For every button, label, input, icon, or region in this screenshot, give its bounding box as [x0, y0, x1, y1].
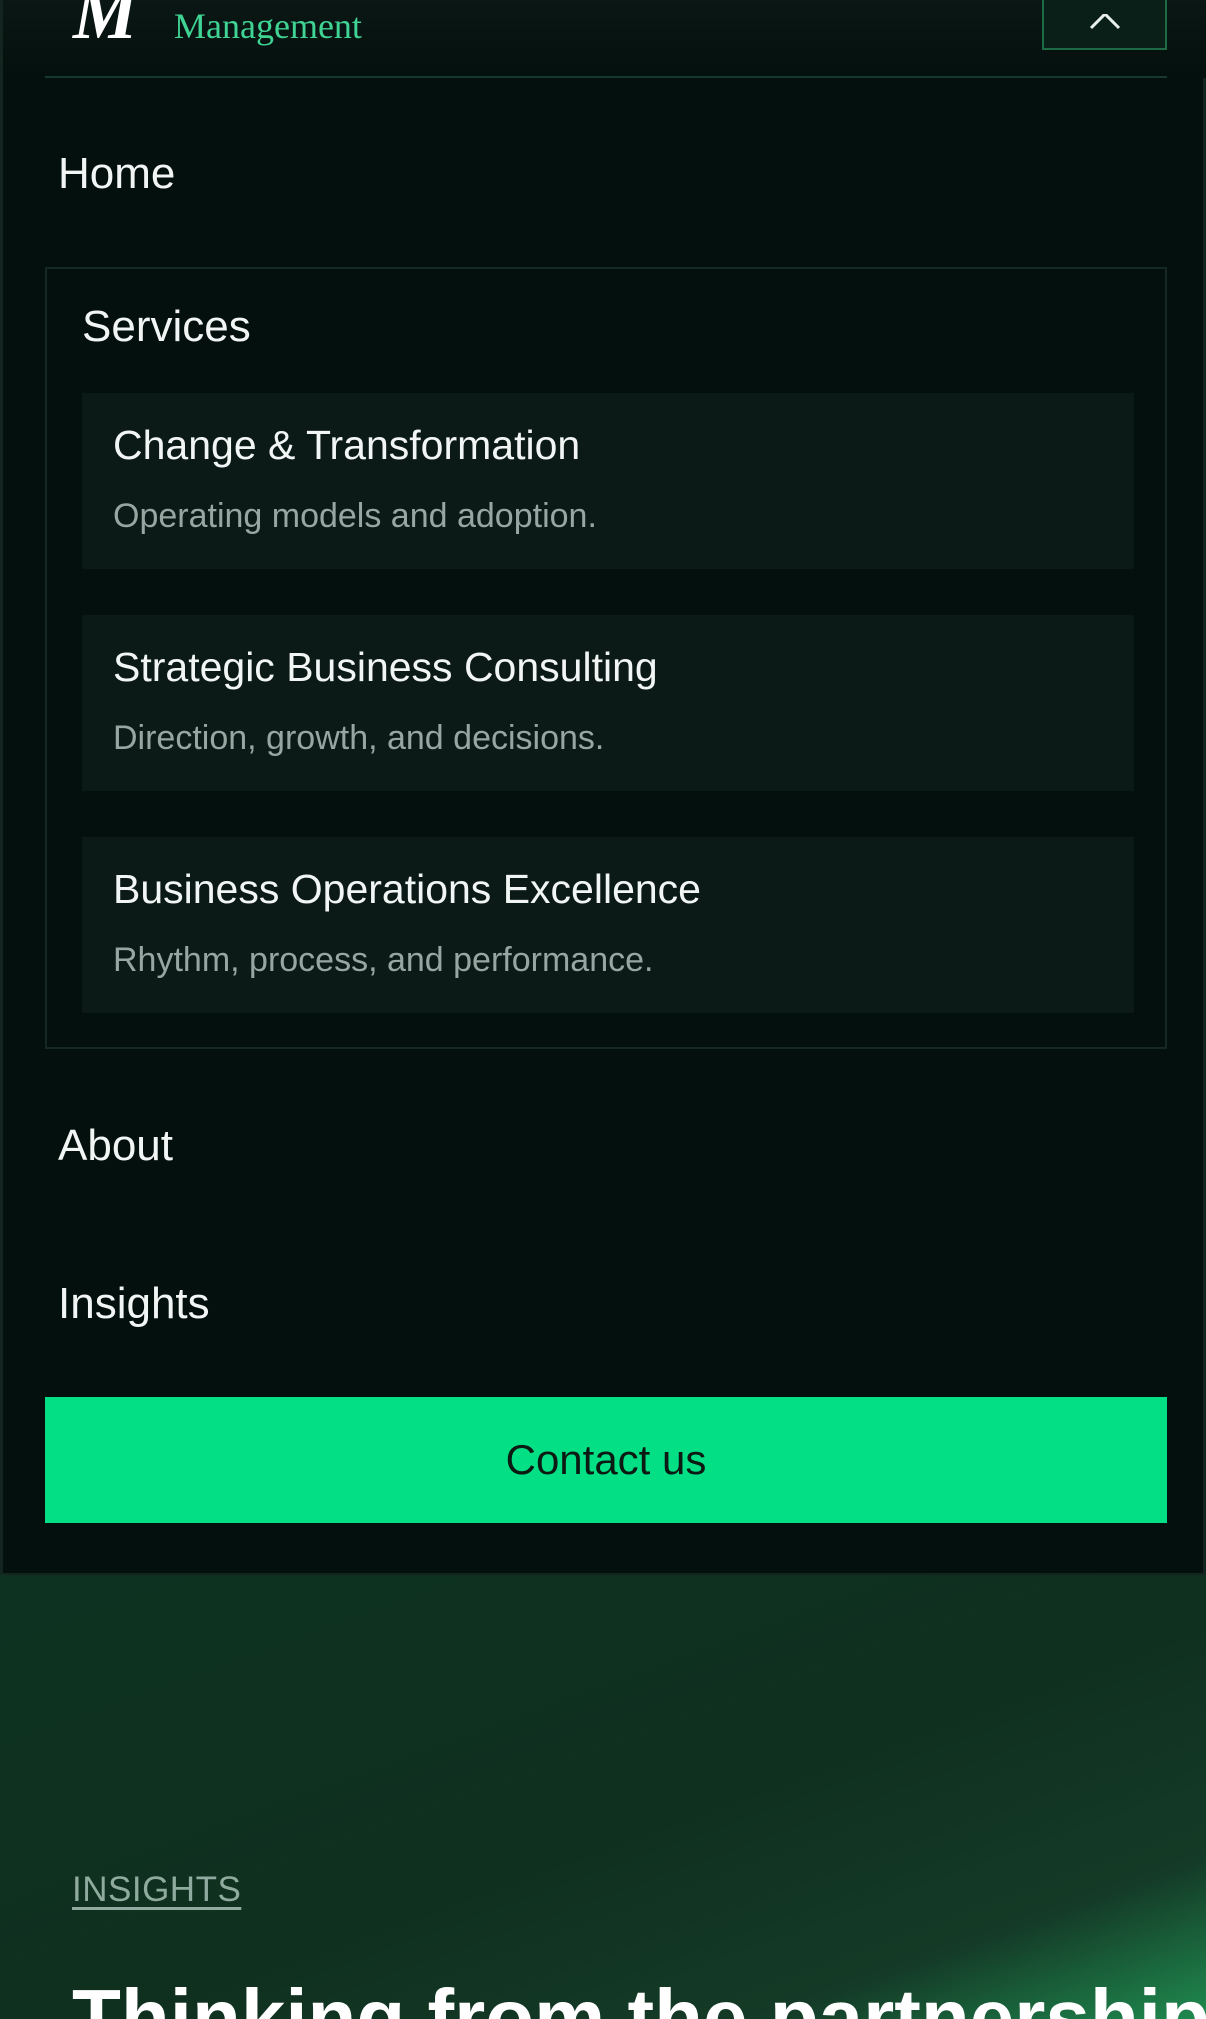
service-description: Direction, growth, and decisions. — [113, 719, 605, 757]
insights-kicker-link[interactable]: INSIGHTS — [72, 1872, 241, 1907]
section-heading: Thinking from the partnership — [72, 1973, 1206, 2019]
header-divider — [45, 76, 1167, 78]
services-submenu: Services Change & Transformation Operati… — [45, 267, 1167, 1049]
service-description: Rhythm, process, and performance. — [113, 941, 654, 979]
service-card-change-transformation[interactable]: Change & Transformation Operating models… — [82, 393, 1134, 569]
contact-us-button[interactable]: Contact us — [45, 1397, 1167, 1523]
service-description: Operating models and adoption. — [113, 497, 597, 535]
close-menu-button[interactable] — [1042, 0, 1167, 50]
logo-wordmark[interactable]: Management — [174, 8, 362, 44]
service-title: Business Operations Excellence — [113, 866, 701, 912]
page: M Management Home Services Change & Tran… — [0, 0, 1206, 2019]
service-card-strategic-consulting[interactable]: Strategic Business Consulting Direction,… — [82, 615, 1134, 791]
nav-link-services[interactable]: Services — [82, 305, 251, 349]
service-card-operations-excellence[interactable]: Business Operations Excellence Rhythm, p… — [82, 837, 1134, 1013]
nav-link-insights[interactable]: Insights — [58, 1282, 210, 1326]
insights-section-background — [0, 1575, 1206, 2019]
service-title: Change & Transformation — [113, 422, 581, 468]
logo-mark[interactable]: M — [73, 0, 137, 50]
menu-header: M Management — [3, 0, 1206, 78]
nav-link-home[interactable]: Home — [58, 152, 175, 196]
service-title: Strategic Business Consulting — [113, 644, 658, 690]
mobile-menu-overlay: M Management Home Services Change & Tran… — [0, 0, 1206, 1575]
close-icon — [1089, 14, 1120, 30]
nav-link-about[interactable]: About — [58, 1124, 173, 1168]
